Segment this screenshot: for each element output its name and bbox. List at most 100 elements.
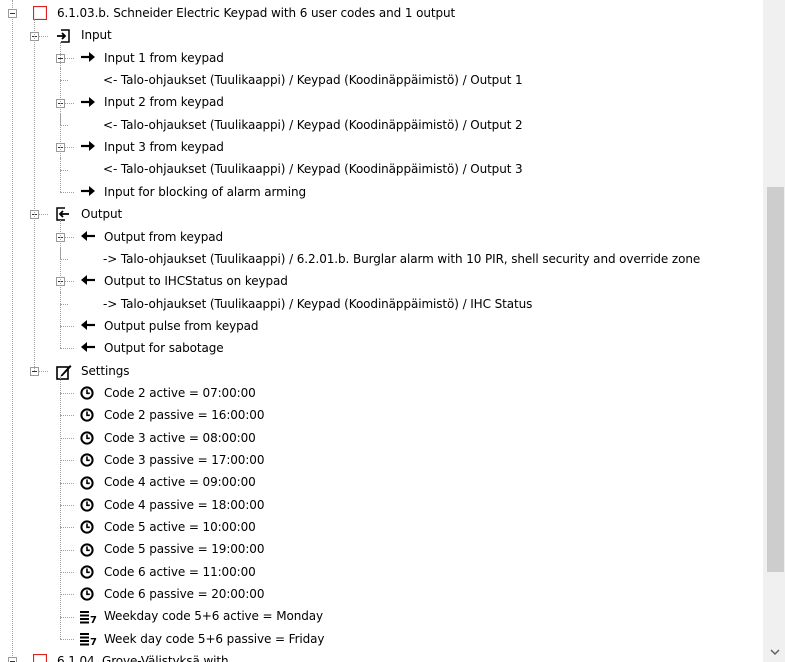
- tree-connector: [60, 460, 74, 461]
- scrollbar-thumb[interactable]: [767, 187, 784, 572]
- collapse-toggle-icon[interactable]: [8, 657, 17, 662]
- tree-connector: [60, 326, 74, 327]
- svg-text:7: 7: [90, 615, 97, 624]
- tree-connector: [60, 170, 68, 171]
- clock-icon: [80, 476, 94, 490]
- arrow-right-icon: [80, 185, 96, 197]
- tree-item-label: Week day code 5+6 passive = Friday: [104, 631, 325, 646]
- clock-icon: [80, 408, 94, 422]
- tree-item[interactable]: Code 5 passive = 19:00:00: [0, 538, 763, 560]
- tree-item[interactable]: Code 5 active = 10:00:00: [0, 516, 763, 538]
- tree-connector: [60, 220, 61, 348]
- tree-item-label: Input 2 from keypad: [104, 95, 224, 110]
- collapse-toggle-icon[interactable]: [8, 9, 17, 18]
- tree-item-label: <- Talo-ohjaukset (Tuulikaappi) / Keypad…: [103, 162, 523, 177]
- tree-item[interactable]: Output for sabotage: [0, 337, 763, 359]
- tree-connector: [60, 80, 68, 81]
- tree-item[interactable]: 6.1.03.b. Schneider Electric Keypad with…: [0, 2, 763, 24]
- tree-item-label: Code 2 active = 07:00:00: [104, 385, 256, 400]
- arrow-right-icon: [80, 51, 96, 63]
- tree-item[interactable]: Code 4 active = 09:00:00: [0, 471, 763, 493]
- tree-item-label: Output: [81, 207, 123, 222]
- clock-icon: [80, 520, 94, 534]
- tree-item-label: Output to IHCStatus on keypad: [104, 274, 288, 289]
- arrow-left-icon: [80, 319, 96, 331]
- clock-icon: [80, 431, 94, 445]
- tree-item[interactable]: Output to IHCStatus on keypad: [0, 270, 763, 292]
- tree-item[interactable]: Output: [0, 203, 763, 225]
- arrow-left-icon: [80, 341, 96, 353]
- weekday-list-icon: 7: [80, 610, 98, 624]
- tree-connector: [39, 371, 48, 372]
- tree-item-label: Code 6 active = 11:00:00: [104, 564, 256, 579]
- tree-connector: [60, 125, 68, 126]
- tree-connector: [60, 572, 74, 573]
- tree-item-label: Code 5 active = 10:00:00: [104, 520, 256, 535]
- clock-icon: [80, 587, 94, 601]
- tree-item-label: Input: [81, 28, 112, 43]
- tree-item[interactable]: Code 2 passive = 16:00:00: [0, 404, 763, 426]
- tree-item[interactable]: Code 2 active = 07:00:00: [0, 382, 763, 404]
- tree-item[interactable]: Input: [0, 24, 763, 46]
- tree-connector: [60, 415, 74, 416]
- clock-icon: [80, 543, 94, 557]
- tree-connector: [34, 19, 35, 371]
- tree-connector: [60, 550, 74, 551]
- tree-connector: [60, 348, 74, 349]
- tree-item-label: Settings: [81, 363, 130, 378]
- tree-item-label: 6.1.04. Grove-Välistyksä with ...: [57, 654, 244, 662]
- tree-connector: [60, 438, 74, 439]
- arrow-right-icon: [80, 96, 96, 108]
- tree-item-label: Code 4 passive = 18:00:00: [104, 497, 265, 512]
- tree-item[interactable]: Input 1 from keypad: [0, 47, 763, 69]
- tree-item[interactable]: 6.1.04. Grove-Välistyksä with ...: [0, 650, 763, 662]
- tree-connector: [60, 639, 74, 640]
- tree-item-label: Code 2 passive = 16:00:00: [104, 408, 265, 423]
- tree-item[interactable]: Code 6 active = 11:00:00: [0, 561, 763, 583]
- tree-item-label: Weekday code 5+6 active = Monday: [104, 609, 323, 624]
- tree-item-label: Output pulse from keypad: [104, 318, 259, 333]
- tree-item[interactable]: Code 6 passive = 20:00:00: [0, 583, 763, 605]
- tree-link-item[interactable]: -> Talo-ohjaukset (Tuulikaappi) / Keypad…: [0, 293, 763, 315]
- tree-connector: [60, 259, 68, 260]
- tree-item[interactable]: Input 2 from keypad: [0, 91, 763, 113]
- tree-connector: [60, 483, 74, 484]
- tree-connector: [39, 214, 48, 215]
- tree-item[interactable]: Input 3 from keypad: [0, 136, 763, 158]
- arrow-left-icon: [80, 274, 96, 286]
- tree-item[interactable]: Code 4 passive = 18:00:00: [0, 494, 763, 516]
- tree-connector: [65, 103, 74, 104]
- tree-item-label: Output from keypad: [104, 229, 224, 244]
- tree-connector: [65, 237, 74, 238]
- tree-item[interactable]: Output pulse from keypad: [0, 315, 763, 337]
- tree-item-label: Output for sabotage: [104, 341, 224, 356]
- clock-icon: [80, 386, 94, 400]
- weekday-list-icon: 7: [80, 632, 98, 646]
- tree-item[interactable]: Input for blocking of alarm arming: [0, 181, 763, 203]
- tree-item[interactable]: Week day code 5+6 passive = Friday: [0, 628, 763, 650]
- tree-connector: [60, 505, 74, 506]
- tree-item[interactable]: Code 3 active = 08:00:00: [0, 427, 763, 449]
- tree-link-item[interactable]: <- Talo-ohjaukset (Tuulikaappi) / Keypad…: [0, 158, 763, 180]
- tree-connector: [60, 527, 74, 528]
- input-icon: [56, 29, 70, 43]
- tree-link-item[interactable]: <- Talo-ohjaukset (Tuulikaappi) / Keypad…: [0, 114, 763, 136]
- tree-connector: [39, 36, 48, 37]
- clock-icon: [80, 498, 94, 512]
- tree-link-item[interactable]: <- Talo-ohjaukset (Tuulikaappi) / Keypad…: [0, 69, 763, 91]
- tree-connector: [65, 281, 74, 282]
- tree-item[interactable]: Output from keypad: [0, 226, 763, 248]
- tree-item-label: Input 3 from keypad: [104, 140, 224, 155]
- tree-view[interactable]: 6.1.03.b. Schneider Electric Keypad with…: [0, 0, 763, 662]
- tree-item[interactable]: Weekday code 5+6 active = Monday: [0, 605, 763, 627]
- tree-item[interactable]: Code 3 passive = 17:00:00: [0, 449, 763, 471]
- tree-item[interactable]: Settings: [0, 360, 763, 382]
- tree-link-item[interactable]: -> Talo-ohjaukset (Tuulikaappi) / 6.2.01…: [0, 248, 763, 270]
- tree-connector: [65, 147, 74, 148]
- tree-connector: [65, 58, 74, 59]
- vertical-scrollbar[interactable]: [763, 0, 785, 662]
- tree-connector: [60, 377, 61, 639]
- scroll-down-arrow-icon[interactable]: [768, 645, 782, 659]
- clock-icon: [80, 453, 94, 467]
- tree-connector: [60, 192, 74, 193]
